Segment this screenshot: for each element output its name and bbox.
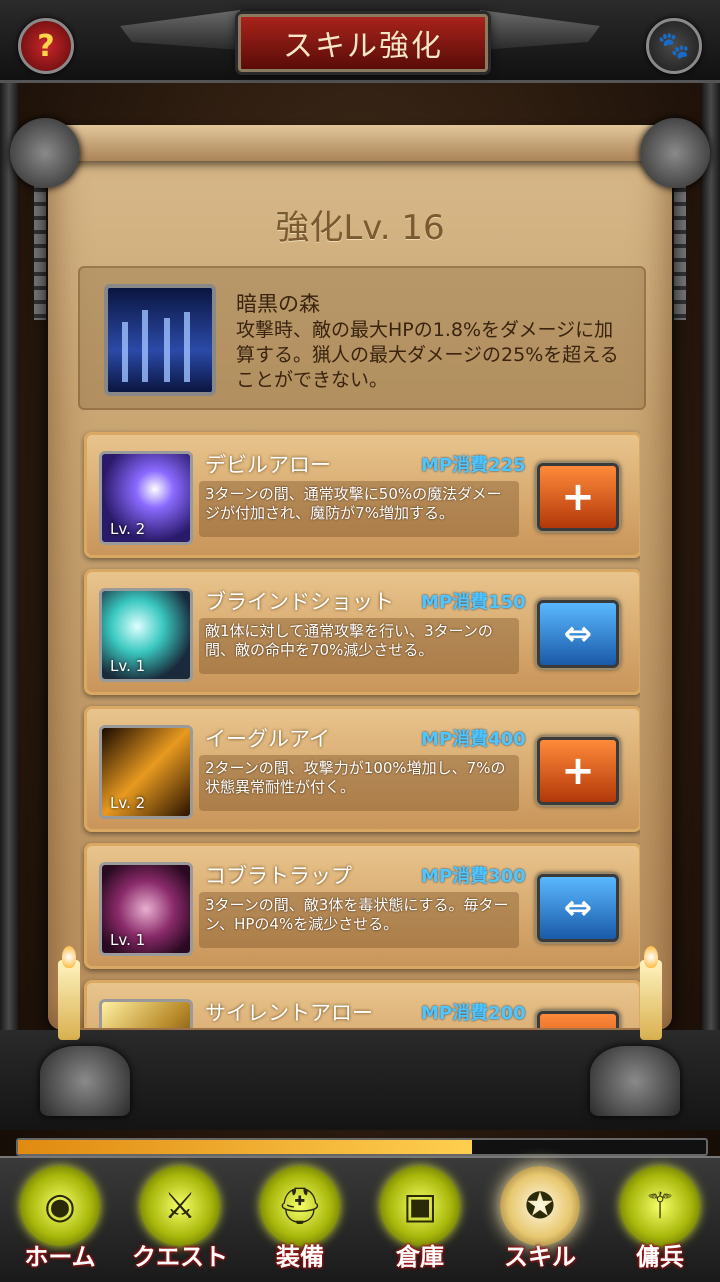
dark-forest-icon xyxy=(104,284,216,396)
skill-card[interactable]: Lv. 1 ブラインドショット MP消費150 敵1体に対して通常攻撃を行い、3… xyxy=(84,569,640,695)
nav-label: ホーム xyxy=(24,1243,96,1271)
skill-level: Lv. 1 xyxy=(110,657,146,675)
lion-head-ornament-right xyxy=(640,118,710,188)
chest-icon: ▣ xyxy=(380,1166,460,1246)
lion-statue-left xyxy=(40,1046,130,1116)
featured-skill-name: 暗黒の森 xyxy=(236,292,320,316)
skill-card[interactable]: Lv. 2 デビルアロー MP消費225 3ターンの間、通常攻撃に50%の魔法ダ… xyxy=(84,432,640,558)
lion-head-ornament-left xyxy=(10,118,80,188)
enhance-button[interactable]: + xyxy=(537,737,619,805)
candle-left xyxy=(58,960,80,1040)
nav-home[interactable]: ◉ ホーム xyxy=(0,1158,120,1282)
flame-right-icon xyxy=(644,946,658,968)
top-bar: スキル強化 ? 🐾 xyxy=(0,0,720,83)
enhance-button[interactable]: + xyxy=(537,1011,619,1028)
enhance-button[interactable]: + xyxy=(537,463,619,531)
featured-skill-description: 攻撃時、敵の最大HPの1.8%をダメージに加算する。猟人の最大ダメージの25%を… xyxy=(236,319,619,391)
cobra-trap-icon: Lv. 1 xyxy=(99,862,193,956)
home-icon: ◉ xyxy=(20,1166,100,1246)
skill-name: コブラトラップ xyxy=(205,864,352,888)
skill-card[interactable]: サイレントアロー MP消費200 + xyxy=(84,980,640,1028)
nav-equipment[interactable]: ⛑ 装備 xyxy=(240,1158,360,1282)
nav-label: スキル xyxy=(504,1243,576,1271)
scroll-roll xyxy=(30,125,690,161)
lion-statue-right xyxy=(590,1046,680,1116)
skill-name: イーグルアイ xyxy=(205,727,330,751)
mp-cost: MP消費200 xyxy=(421,1003,526,1024)
mp-cost: MP消費150 xyxy=(421,592,526,613)
skill-level: Lv. 1 xyxy=(110,931,146,949)
wing-ornament-right xyxy=(480,10,600,50)
magic-circle-icon: ✪ xyxy=(500,1166,580,1246)
pet-button[interactable]: 🐾 xyxy=(646,18,702,74)
nav-storage[interactable]: ▣ 倉庫 xyxy=(360,1158,480,1282)
nav-skill[interactable]: ✪ スキル xyxy=(480,1158,600,1282)
nav-label: 装備 xyxy=(276,1243,324,1271)
swap-button[interactable]: ⇔ xyxy=(537,874,619,942)
nav-quest[interactable]: ⚔ クエスト xyxy=(120,1158,240,1282)
skill-name: デビルアロー xyxy=(205,453,331,477)
blind-shot-icon: Lv. 1 xyxy=(99,588,193,682)
mp-cost: MP消費225 xyxy=(421,455,526,476)
devil-arrow-icon: Lv. 2 xyxy=(99,451,193,545)
mercenary-icon: ⚚ xyxy=(620,1166,700,1246)
question-icon: ? xyxy=(37,28,55,64)
mp-cost: MP消費400 xyxy=(421,729,526,750)
paw-icon: 🐾 xyxy=(657,31,691,61)
exp-progress-bar xyxy=(16,1138,708,1156)
help-button[interactable]: ? xyxy=(18,18,74,74)
skill-card[interactable]: Lv. 2 イーグルアイ MP消費400 2ターンの間、攻撃力が100%増加し、… xyxy=(84,706,640,832)
silent-arrow-icon xyxy=(99,999,193,1028)
enhance-level-title: 強化Lv. 16 xyxy=(275,208,445,248)
nav-label: 傭兵 xyxy=(636,1243,684,1271)
skill-description: 3ターンの間、敵3体を毒状態にする。毎ターン、HPの4%を減少させる。 xyxy=(199,892,519,948)
skill-description: 敵1体に対して通常攻撃を行い、3ターンの間、敵の命中を70%減少させる。 xyxy=(199,618,519,674)
featured-skill-panel: 暗黒の森 攻撃時、敵の最大HPの1.8%をダメージに加算する。猟人の最大ダメージ… xyxy=(78,266,646,410)
skill-level: Lv. 2 xyxy=(110,794,146,812)
skill-name: サイレントアロー xyxy=(205,1001,373,1025)
bottom-nav: ◉ ホーム ⚔ クエスト ⛑ 装備 ▣ 倉庫 ✪ スキル ⚚ 傭兵 xyxy=(0,1156,720,1282)
skill-description: 2ターンの間、攻撃力が100%増加し、7%の状態異常耐性が付く。 xyxy=(199,755,519,811)
swap-button[interactable]: ⇔ xyxy=(537,600,619,668)
nav-mercenary[interactable]: ⚚ 傭兵 xyxy=(600,1158,720,1282)
skill-name: ブラインドショット xyxy=(205,590,394,614)
page-title: スキル強化 xyxy=(238,14,488,72)
skill-description: 3ターンの間、通常攻撃に50%の魔法ダメージが付加され、魔防が7%増加する。 xyxy=(199,481,519,537)
nav-label: 倉庫 xyxy=(396,1243,444,1271)
skill-level: Lv. 2 xyxy=(110,520,146,538)
mp-cost: MP消費300 xyxy=(421,866,526,887)
skill-card[interactable]: Lv. 1 コブラトラップ MP消費300 3ターンの間、敵3体を毒状態にする。… xyxy=(84,843,640,969)
flame-left-icon xyxy=(62,946,76,968)
wing-ornament-left xyxy=(120,10,240,50)
helmet-icon: ⛑ xyxy=(260,1166,340,1246)
nav-label: クエスト xyxy=(132,1243,228,1271)
skill-list[interactable]: Lv. 2 デビルアロー MP消費225 3ターンの間、通常攻撃に50%の魔法ダ… xyxy=(80,428,640,1028)
exp-progress-fill xyxy=(18,1140,473,1154)
swords-icon: ⚔ xyxy=(140,1166,220,1246)
candle-right xyxy=(640,960,662,1040)
eagle-eye-icon: Lv. 2 xyxy=(99,725,193,819)
